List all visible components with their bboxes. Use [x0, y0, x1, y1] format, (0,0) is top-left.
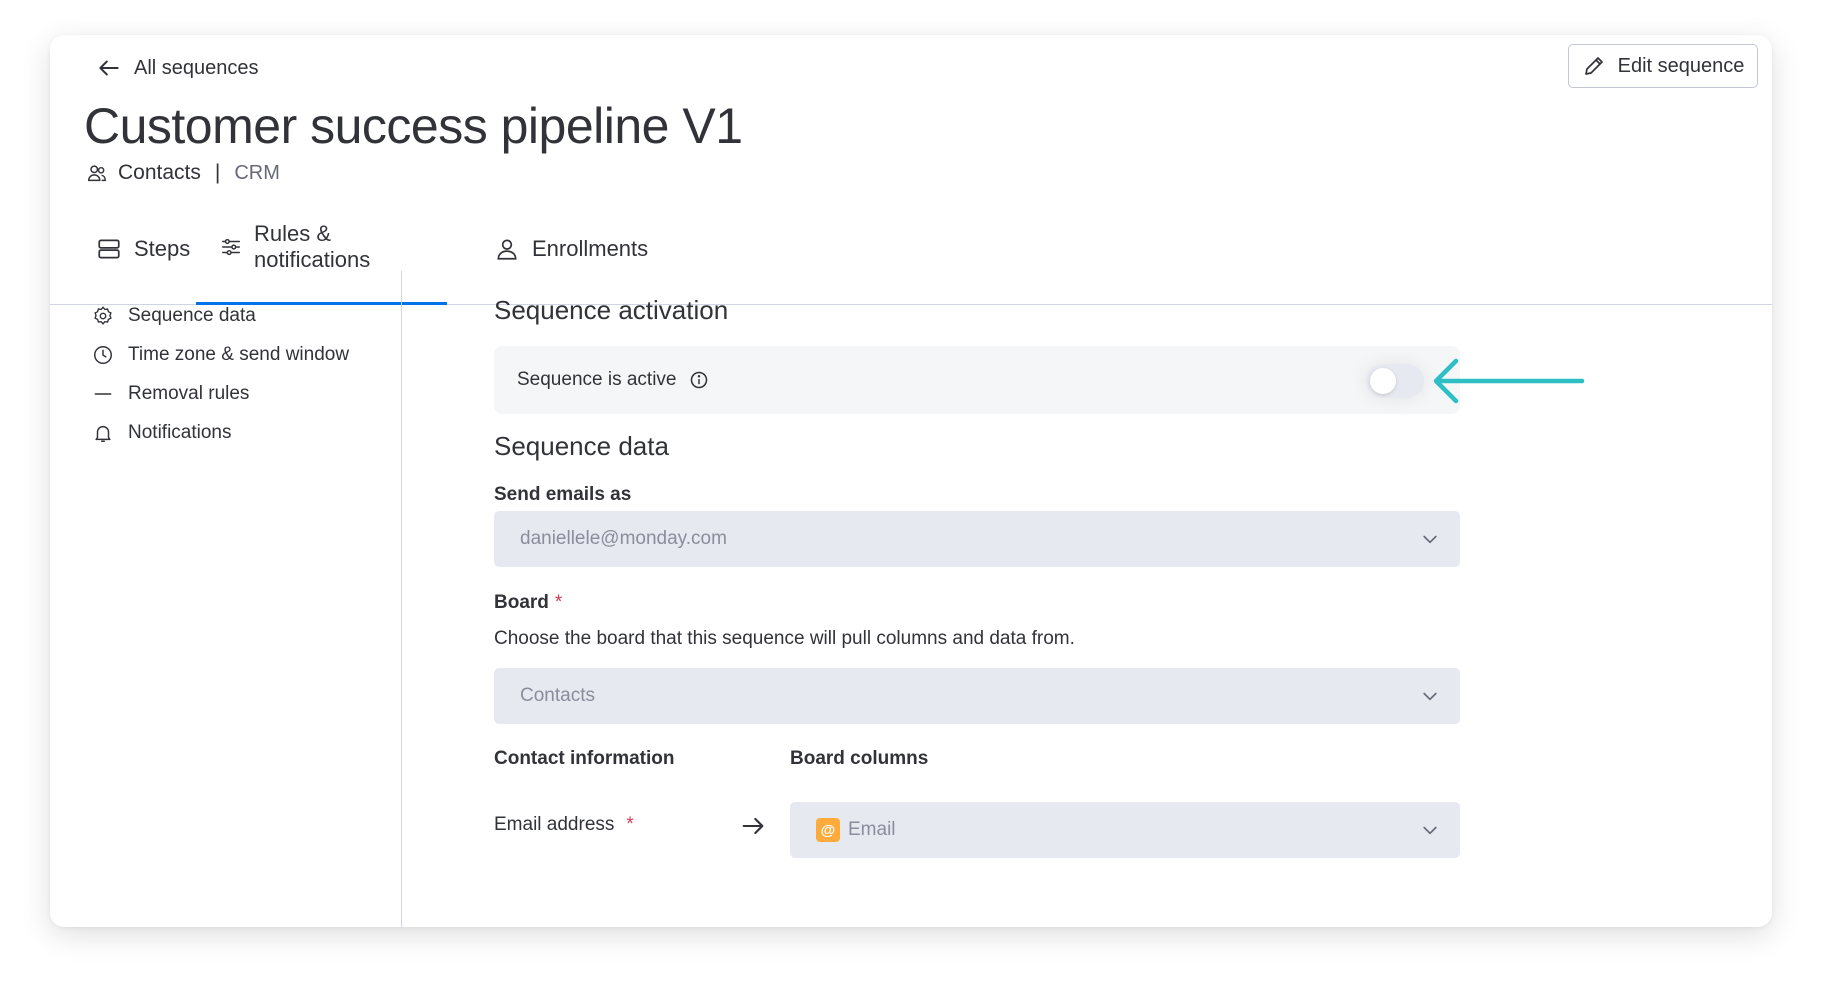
- rows-icon: [98, 238, 120, 259]
- product-name: CRM: [234, 161, 280, 184]
- sidebar-item-removal-rules[interactable]: Removal rules: [92, 379, 249, 409]
- back-to-all-sequences-link[interactable]: All sequences: [96, 53, 259, 83]
- dash-icon: [94, 393, 112, 395]
- arrow-right-icon: [742, 817, 764, 835]
- edit-sequence-label: Edit sequence: [1617, 54, 1745, 77]
- chevron-down-icon: [1423, 535, 1437, 544]
- annotation-arrow-icon: [1433, 358, 1585, 404]
- tab-label: Rules & notifications: [254, 221, 371, 272]
- board-helper-text: Choose the board that this sequence will…: [494, 628, 1075, 649]
- people-icon: [88, 165, 106, 182]
- breadcrumb-separator: |: [214, 161, 221, 184]
- arrow-left-icon: [99, 60, 119, 76]
- board-dropdown[interactable]: Contacts: [494, 668, 1460, 724]
- board-columns-header: Board columns: [790, 748, 929, 769]
- sequence-data-title: Sequence data: [494, 431, 669, 461]
- page-title: Customer success pipeline V1: [84, 98, 743, 154]
- email-column-value: Email: [848, 819, 896, 840]
- board-name[interactable]: Contacts: [118, 161, 201, 185]
- email-address-label: Email address *: [494, 814, 634, 836]
- board-breadcrumb: Contacts | CRM: [86, 161, 280, 185]
- contact-information-header: Contact information: [494, 748, 675, 769]
- activation-row: Sequence is active: [494, 346, 1460, 414]
- info-icon[interactable]: [689, 370, 709, 390]
- back-link-label: All sequences: [134, 56, 259, 79]
- board-label-text: Board: [494, 592, 549, 613]
- sidebar: Sequence data Time zone & send window Re…: [50, 271, 402, 927]
- board-label: Board *: [494, 592, 562, 614]
- email-address-label-text: Email address: [494, 814, 615, 835]
- pencil-icon: [1584, 57, 1603, 75]
- toggle-knob: [1370, 368, 1396, 394]
- sidebar-item-label: Removal rules: [128, 383, 250, 404]
- sidebar-item-time-zone[interactable]: Time zone & send window: [92, 340, 349, 370]
- chevron-down-icon: [1423, 692, 1437, 701]
- sidebar-item-label: Notifications: [128, 422, 232, 443]
- send-emails-as-label: Send emails as: [494, 484, 632, 505]
- chevron-down-icon: [1423, 826, 1437, 835]
- sidebar-item-sequence-data[interactable]: Sequence data: [92, 301, 256, 331]
- sidebar-item-label: Time zone & send window: [128, 344, 350, 365]
- required-mark: *: [626, 814, 634, 835]
- email-column-icon: @: [816, 818, 840, 842]
- sidebar-item-label: Sequence data: [128, 305, 256, 326]
- activation-label: Sequence is active: [517, 369, 677, 390]
- gear-icon: [94, 306, 112, 325]
- sidebar-item-notifications[interactable]: Notifications: [92, 418, 232, 448]
- sliders-icon: [222, 238, 241, 256]
- edit-sequence-button[interactable]: Edit sequence: [1568, 44, 1758, 88]
- board-value: Contacts: [520, 685, 595, 706]
- tab-label: Steps: [134, 235, 191, 261]
- person-icon: [497, 238, 517, 260]
- email-column-dropdown[interactable]: @ Email: [790, 802, 1460, 858]
- sequence-activation-title: Sequence activation: [494, 295, 729, 325]
- sequence-active-toggle[interactable]: [1366, 364, 1424, 398]
- tab-enrollments[interactable]: Enrollments: [470, 217, 672, 305]
- tab-label: Enrollments: [532, 235, 649, 261]
- send-emails-as-dropdown[interactable]: daniellele@monday.com: [494, 511, 1460, 567]
- app-window: All sequences Edit sequence Customer suc…: [50, 35, 1772, 927]
- bell-icon: [95, 425, 111, 442]
- required-mark: *: [554, 592, 563, 613]
- clock-icon: [94, 346, 112, 364]
- send-emails-as-value: daniellele@monday.com: [520, 528, 727, 549]
